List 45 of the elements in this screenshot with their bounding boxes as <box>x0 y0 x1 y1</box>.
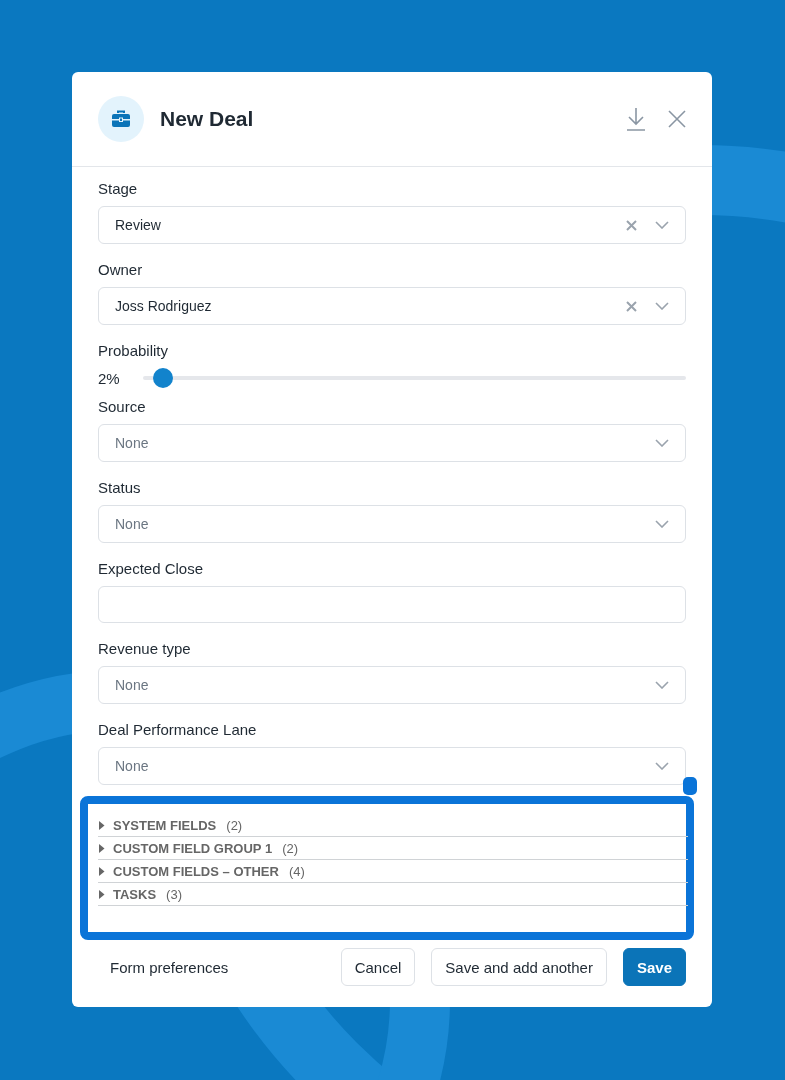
slider-thumb[interactable] <box>153 368 174 388</box>
field-placeholder: None <box>115 435 149 451</box>
section-header[interactable]: SYSTEM FIELDS (2) <box>98 814 688 837</box>
close-icon[interactable] <box>668 110 686 128</box>
select-field[interactable]: None <box>98 424 686 462</box>
chevron-down-icon[interactable] <box>655 520 669 528</box>
field-label: Source <box>98 398 147 415</box>
scroll-handle[interactable] <box>683 777 697 795</box>
secondary-button[interactable]: Save and add another <box>431 948 607 986</box>
field-label: Expected Close <box>98 560 205 577</box>
field-placeholder: None <box>115 758 149 774</box>
chevron-down-icon[interactable] <box>655 439 669 447</box>
chevron-down-icon[interactable] <box>655 681 669 689</box>
section-header[interactable]: TASKS (3) <box>98 883 688 906</box>
input-field[interactable] <box>98 586 686 623</box>
field-label: Stage <box>98 180 139 197</box>
field-value: Joss Rodriguez <box>115 298 212 314</box>
section-header[interactable]: CUSTOM FIELDS – OTHER (4) <box>98 860 688 883</box>
field-label: Revenue type <box>98 640 192 657</box>
dialog-title: New Deal <box>160 107 255 131</box>
download-icon[interactable] <box>626 107 646 131</box>
slider-track[interactable] <box>143 368 686 388</box>
form-preferences-link[interactable]: Form preferences <box>110 958 229 976</box>
clear-icon[interactable] <box>626 300 637 312</box>
field-label: Deal Performance Lane <box>98 721 258 738</box>
field-value: Review <box>115 217 161 233</box>
chevron-down-icon[interactable] <box>655 762 669 770</box>
select-field[interactable]: None <box>98 747 686 785</box>
save-button[interactable]: Save <box>622 948 686 986</box>
field-label: Status <box>98 479 142 496</box>
select-field[interactable]: None <box>98 505 686 543</box>
field-label: Probability <box>98 342 170 359</box>
slider-reading: 2% <box>98 369 121 387</box>
field-placeholder: None <box>115 516 149 532</box>
select-field[interactable]: Review <box>98 206 686 244</box>
chevron-down-icon[interactable] <box>655 221 669 229</box>
select-field[interactable]: Joss Rodriguez <box>98 287 686 325</box>
section-header[interactable]: CUSTOM FIELD GROUP 1 (2) <box>98 837 688 860</box>
briefcase-icon <box>98 96 144 142</box>
secondary-button[interactable]: Cancel <box>340 948 416 986</box>
chevron-down-icon[interactable] <box>655 302 669 310</box>
select-field[interactable]: None <box>98 666 686 704</box>
clear-icon[interactable] <box>626 219 637 231</box>
field-label: Owner <box>98 261 144 278</box>
field-placeholder: None <box>115 677 149 693</box>
